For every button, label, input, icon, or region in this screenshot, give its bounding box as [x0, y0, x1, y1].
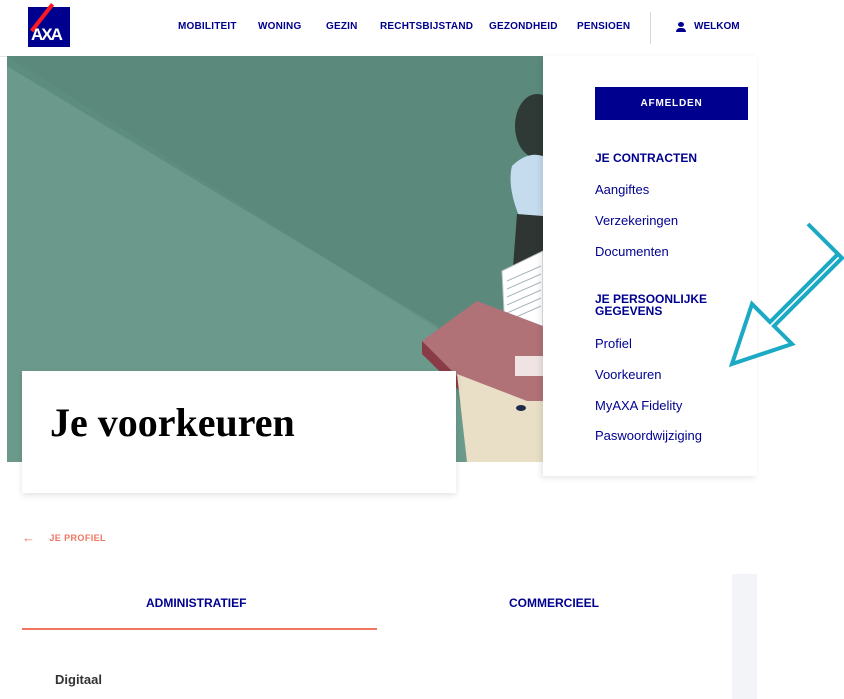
personal-data-section-title: JE PERSOONLIJKE GEGEVENS: [595, 292, 708, 318]
account-menu-button[interactable]: WELKOM: [676, 21, 740, 32]
back-link-label: JE PROFIEL: [49, 532, 106, 543]
nav-mobiliteit[interactable]: MOBILITEIT: [178, 21, 237, 32]
nav-rechtsbijstand[interactable]: RECHTSBIJSTAND: [380, 21, 473, 32]
link-profiel[interactable]: Profiel: [595, 336, 632, 351]
tab-administratief[interactable]: ADMINISTRATIEF: [146, 596, 246, 610]
nav-gezin[interactable]: GEZIN: [326, 21, 358, 32]
user-icon: [676, 21, 686, 32]
nav-divider: [650, 12, 651, 44]
side-panel-background: [732, 574, 757, 699]
active-tab-indicator: [22, 628, 377, 630]
nav-woning[interactable]: WONING: [258, 21, 301, 32]
nav-pensioen[interactable]: PENSIOEN: [577, 21, 630, 32]
nav-gezondheid[interactable]: GEZONDHEID: [489, 21, 558, 32]
top-header: AXA MOBILITEIT WONING GEZIN RECHTSBIJSTA…: [0, 0, 757, 57]
annotation-arrow-icon: [728, 222, 844, 368]
back-to-profile-link[interactable]: ← JE PROFIEL: [22, 530, 106, 545]
link-paswoordwijziging[interactable]: Paswoordwijziging: [595, 428, 702, 443]
welkom-label: WELKOM: [694, 21, 740, 32]
link-aangiftes[interactable]: Aangiftes: [595, 182, 649, 197]
link-voorkeuren[interactable]: Voorkeuren: [595, 367, 662, 382]
logout-button[interactable]: AFMELDEN: [595, 87, 748, 120]
link-documenten[interactable]: Documenten: [595, 244, 669, 259]
page-title: Je voorkeuren: [50, 400, 295, 445]
arrow-left-icon: ←: [22, 530, 36, 545]
link-myaxa-fidelity[interactable]: MyAXA Fidelity: [595, 398, 682, 413]
contracts-section-title: JE CONTRACTEN: [595, 151, 698, 165]
section-heading-digitaal: Digitaal: [55, 672, 102, 687]
page-title-card: Je voorkeuren: [22, 371, 456, 493]
axa-logo[interactable]: AXA: [28, 3, 70, 47]
logo-text: AXA: [31, 25, 63, 44]
tab-commercieel[interactable]: COMMERCIEEL: [509, 596, 599, 610]
link-verzekeringen[interactable]: Verzekeringen: [595, 213, 678, 228]
